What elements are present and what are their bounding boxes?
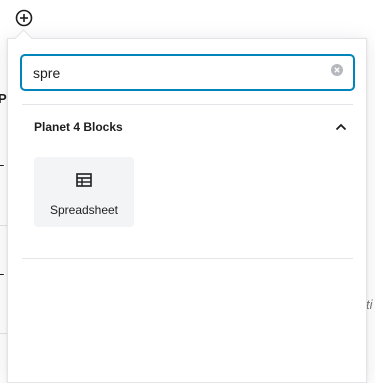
- background-text-fragment: L: [0, 263, 5, 278]
- divider: [22, 258, 353, 259]
- divider: [22, 104, 353, 105]
- panel-toggle-planet4-blocks[interactable]: Planet 4 Blocks: [22, 111, 353, 143]
- background-divider: [0, 333, 7, 334]
- background-text-fragment: P: [0, 91, 7, 106]
- plus-circle-icon: [14, 8, 34, 33]
- chevron-up-icon: [329, 115, 353, 139]
- block-inserter-popover: Planet 4 Blocks Spreadsheet: [7, 38, 367, 383]
- panel-title: Planet 4 Blocks: [34, 120, 123, 134]
- background-divider: [0, 225, 7, 226]
- search-field: [21, 55, 354, 90]
- background-text-fragment: L: [0, 154, 5, 169]
- block-search-input[interactable]: [21, 55, 354, 90]
- block-inserter-toggle[interactable]: [13, 9, 35, 31]
- clear-icon: [331, 63, 343, 81]
- block-item-spreadsheet[interactable]: Spreadsheet: [34, 157, 134, 227]
- clear-search-button[interactable]: [330, 63, 344, 81]
- table-icon: [76, 172, 92, 188]
- block-item-label: Spreadsheet: [49, 203, 119, 217]
